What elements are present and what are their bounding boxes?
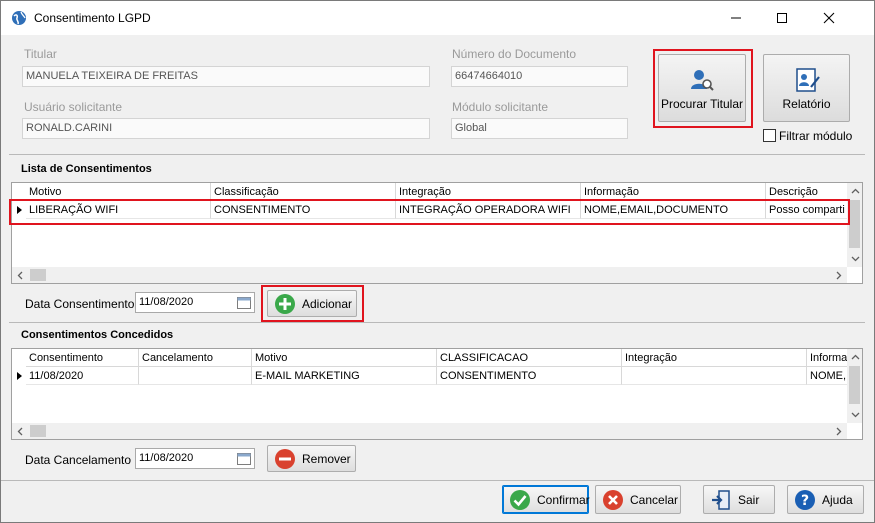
scroll-right-icon[interactable]: [831, 267, 847, 283]
lista-horizontal-scrollbar[interactable]: [12, 267, 847, 283]
column-header-motivo[interactable]: Motivo: [252, 349, 437, 367]
add-icon: [274, 293, 296, 315]
scroll-down-icon[interactable]: [847, 407, 863, 423]
scroll-left-icon[interactable]: [12, 423, 28, 439]
lista-vertical-scrollbar[interactable]: [847, 183, 862, 267]
procurar-titular-button[interactable]: Procurar Titular: [658, 54, 746, 122]
column-header-cancelamento[interactable]: Cancelamento: [139, 349, 252, 367]
ajuda-label: Ajuda: [822, 492, 853, 507]
cancel-icon: [602, 489, 624, 511]
data-consentimento-label: Data Consentimento: [25, 297, 135, 311]
concedidos-cell-integracao[interactable]: [622, 367, 807, 385]
minimize-button[interactable]: [713, 1, 759, 35]
maximize-button[interactable]: [759, 1, 805, 35]
scroll-thumb[interactable]: [849, 200, 860, 248]
window-title: Consentimento LGPD: [34, 11, 151, 25]
scroll-left-icon[interactable]: [12, 267, 28, 283]
concedidos-cell-cancelamento[interactable]: [139, 367, 252, 385]
help-icon: ?: [794, 489, 816, 511]
cancelar-label: Cancelar: [630, 492, 679, 507]
data-consentimento-input[interactable]: 11/08/2020: [135, 292, 255, 313]
documento-field[interactable]: 66474664010: [451, 66, 628, 87]
user-search-icon: [689, 67, 715, 93]
concedidos-horizontal-scrollbar[interactable]: [12, 423, 847, 439]
filtrar-modulo-checkbox[interactable]: [763, 129, 776, 142]
data-cancelamento-label: Data Cancelamento: [25, 453, 132, 467]
concedidos-cell-motivo[interactable]: E-MAIL MARKETING: [252, 367, 437, 385]
concedidos-cell-consentimento[interactable]: 11/08/2020: [26, 367, 139, 385]
close-button[interactable]: [806, 1, 852, 35]
exit-icon: [710, 489, 732, 511]
ajuda-button[interactable]: ? Ajuda: [787, 485, 864, 514]
usuario-label: Usuário solicitante: [24, 100, 123, 114]
concedidos-vertical-scrollbar[interactable]: [847, 349, 862, 423]
documento-label: Número do Documento: [452, 47, 577, 61]
remove-icon: [274, 448, 296, 470]
filtrar-modulo-label: Filtrar módulo: [779, 129, 853, 143]
adicionar-label: Adicionar: [302, 296, 353, 311]
report-icon: [794, 67, 820, 93]
scroll-down-icon[interactable]: [847, 251, 863, 267]
column-header-consentimento[interactable]: Consentimento: [26, 349, 139, 367]
remover-button[interactable]: Remover: [267, 445, 356, 472]
column-header-classificacao[interactable]: CLASSIFICACAO: [437, 349, 622, 367]
procurar-titular-label: Procurar Titular: [660, 97, 744, 111]
close-icon: [823, 12, 835, 24]
lista-row-highlight: [9, 199, 850, 225]
remover-label: Remover: [302, 451, 351, 466]
sair-label: Sair: [738, 492, 760, 507]
svg-text:?: ?: [801, 493, 809, 509]
consentimentos-concedidos-title: Consentimentos Concedidos: [21, 329, 174, 341]
confirmar-label: Confirmar: [537, 492, 590, 507]
adicionar-button[interactable]: Adicionar: [267, 290, 357, 317]
modulo-label: Módulo solicitante: [452, 100, 549, 114]
relatorio-button[interactable]: Relatório: [763, 54, 850, 122]
data-cancelamento-input[interactable]: 11/08/2020: [135, 448, 255, 469]
cancelar-button[interactable]: Cancelar: [595, 485, 681, 514]
concedidos-grid[interactable]: Consentimento Cancelamento Motivo CLASSI…: [11, 348, 863, 440]
sair-button[interactable]: Sair: [703, 485, 775, 514]
concedidos-cell-classificacao[interactable]: CONSENTIMENTO: [437, 367, 622, 385]
check-icon: [509, 489, 531, 511]
title-bar: Consentimento LGPD: [1, 1, 874, 35]
titular-field[interactable]: MANUELA TEIXEIRA DE FREITAS: [22, 66, 430, 87]
minimize-icon: [731, 17, 741, 19]
scroll-thumb[interactable]: [30, 269, 46, 281]
data-consentimento-value: 11/08/2020: [139, 296, 194, 308]
scroll-up-icon[interactable]: [847, 349, 863, 365]
scroll-right-icon[interactable]: [831, 423, 847, 439]
confirmar-button[interactable]: Confirmar: [502, 485, 590, 514]
scroll-up-icon[interactable]: [847, 183, 863, 199]
usuario-field[interactable]: RONALD.CARINI: [22, 118, 430, 139]
dialog-window: Consentimento LGPD Titular MANUELA TEIXE…: [0, 0, 875, 523]
scroll-thumb[interactable]: [30, 425, 46, 437]
globe-icon: [11, 10, 27, 26]
titular-label: Titular: [24, 47, 57, 61]
calendar-icon[interactable]: [237, 296, 251, 309]
column-header-informacao[interactable]: Informa: [807, 349, 848, 367]
maximize-icon: [777, 13, 787, 23]
column-header-integracao[interactable]: Integração: [622, 349, 807, 367]
relatorio-label: Relatório: [782, 97, 831, 111]
calendar-icon[interactable]: [237, 452, 251, 465]
lista-consentimentos-title: Lista de Consentimentos: [21, 163, 152, 175]
modulo-field[interactable]: Global: [451, 118, 628, 139]
footer-divider: [1, 480, 874, 481]
scroll-thumb[interactable]: [849, 366, 860, 404]
data-cancelamento-value: 11/08/2020: [139, 452, 194, 464]
row-indicator-icon: [12, 367, 26, 385]
lista-grid[interactable]: Motivo Classificação Integração Informaç…: [11, 182, 863, 284]
concedidos-cell-informacao[interactable]: NOME,I: [807, 367, 848, 385]
